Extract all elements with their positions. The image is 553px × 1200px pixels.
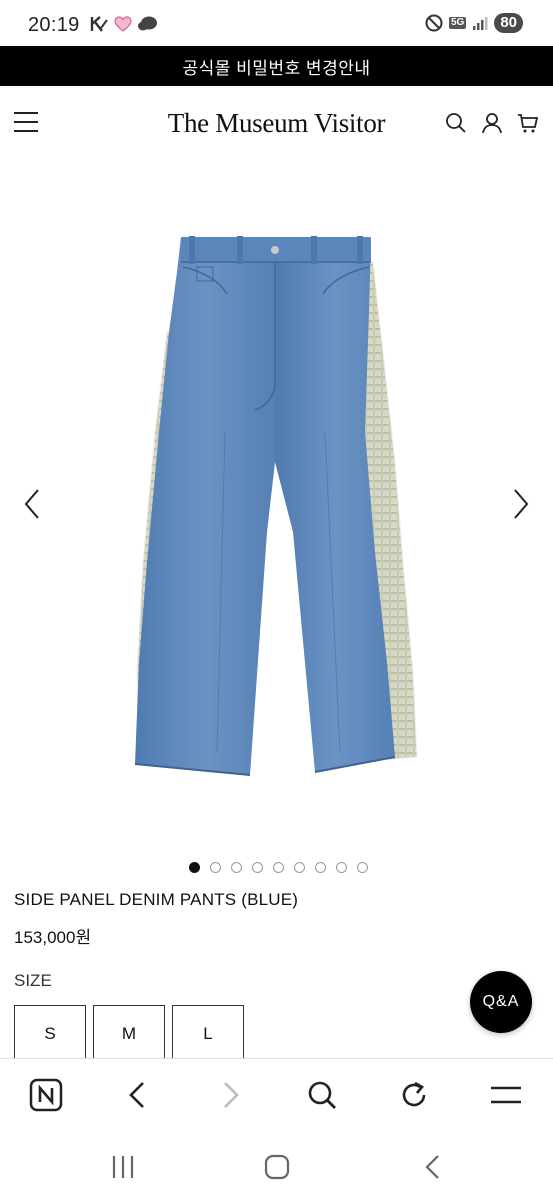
gallery-dot[interactable] [189, 862, 200, 873]
back-icon[interactable] [120, 1077, 156, 1113]
gallery-dot[interactable] [336, 862, 347, 873]
browser-toolbar [0, 1058, 553, 1134]
forward-icon[interactable] [212, 1077, 248, 1113]
naver-home-icon[interactable] [28, 1077, 64, 1113]
size-option-l[interactable]: L [172, 1005, 244, 1061]
k-app-icon [90, 16, 108, 32]
reload-icon[interactable] [396, 1077, 432, 1113]
status-right-icons: 5G 80 [425, 13, 523, 33]
chat-bubble-icon [138, 16, 157, 31]
size-label: SIZE [14, 971, 52, 990]
gallery-dot[interactable] [210, 862, 221, 873]
menu-icon[interactable] [488, 1077, 524, 1113]
gallery-dot[interactable] [315, 862, 326, 873]
battery-level: 80 [494, 13, 523, 33]
product-gallery[interactable] [0, 162, 553, 852]
size-options: S M L [14, 1005, 244, 1061]
site-header: The Museum Visitor [0, 86, 553, 162]
search-icon[interactable] [304, 1077, 340, 1113]
product-price: 153,000원 [14, 928, 92, 947]
status-time: 20:19 [28, 14, 80, 36]
network-type: 5G [448, 17, 467, 29]
gallery-dot[interactable] [273, 862, 284, 873]
user-icon[interactable] [481, 112, 503, 134]
status-left-icons [90, 15, 158, 33]
home-icon[interactable] [262, 1152, 292, 1182]
back-icon[interactable] [418, 1152, 448, 1182]
product-name: SIDE PANEL DENIM PANTS (BLUE) [14, 890, 299, 909]
header-actions [445, 112, 539, 134]
do-not-disturb-icon [425, 14, 443, 32]
gallery-pagination [0, 862, 553, 876]
heart-icon [114, 16, 132, 32]
chevron-right-icon[interactable] [509, 487, 533, 521]
qa-button-label: Q&A [482, 993, 520, 1010]
gallery-dot[interactable] [294, 862, 305, 873]
recent-apps-icon[interactable] [108, 1152, 138, 1182]
status-bar: 20:19 5G 80 [0, 0, 553, 46]
notice-text: 공식몰 비밀번호 변경안내 [182, 58, 371, 78]
signal-icon [473, 17, 488, 30]
gallery-dot[interactable] [357, 862, 368, 873]
jeans-product-image [134, 236, 418, 776]
size-option-m[interactable]: M [93, 1005, 165, 1061]
search-icon[interactable] [445, 112, 467, 134]
notice-banner[interactable]: 공식몰 비밀번호 변경안내 [0, 46, 553, 86]
size-option-s[interactable]: S [14, 1005, 86, 1061]
qa-button[interactable]: Q&A [470, 971, 532, 1033]
chevron-left-icon[interactable] [20, 487, 44, 521]
system-navigation [0, 1134, 553, 1200]
gallery-dot[interactable] [252, 862, 263, 873]
cart-icon[interactable] [517, 112, 539, 134]
gallery-dot[interactable] [231, 862, 242, 873]
